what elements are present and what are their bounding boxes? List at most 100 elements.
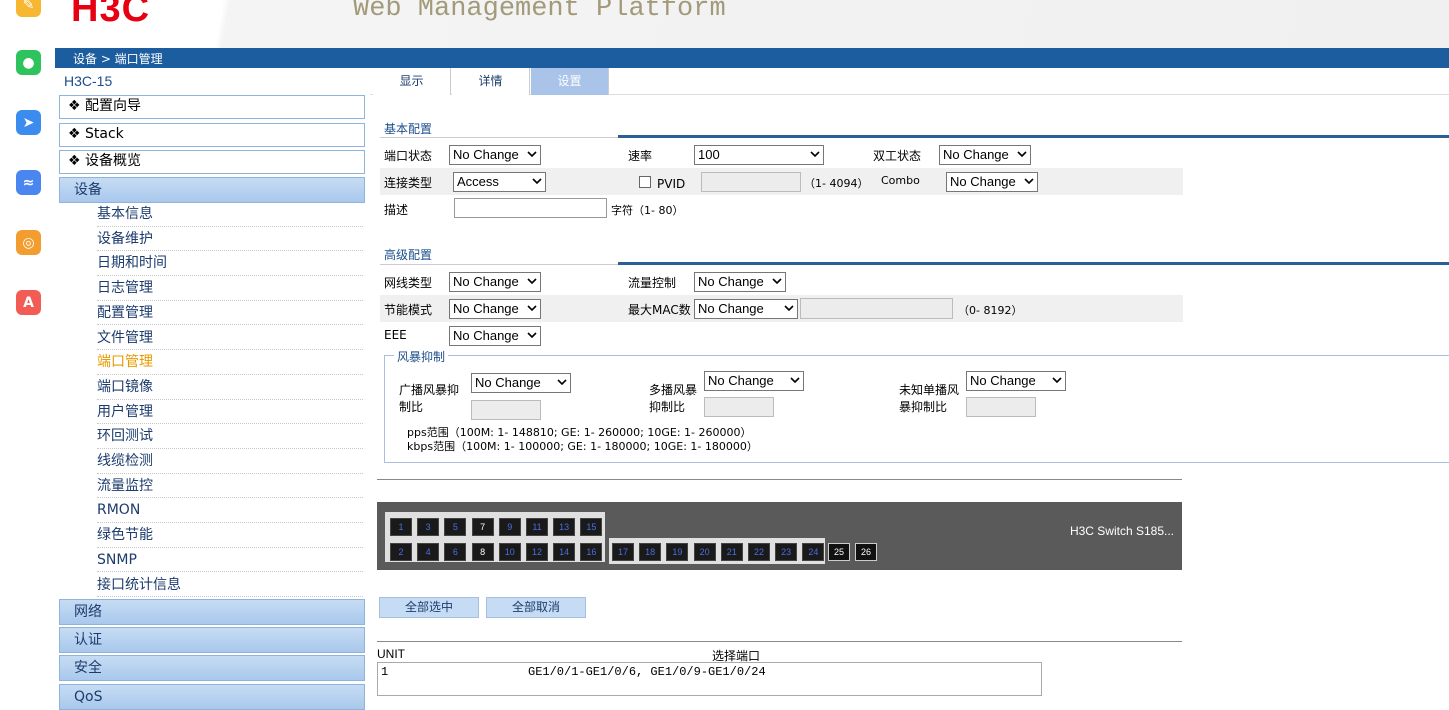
max-mac-input[interactable] [800, 298, 953, 319]
broadcast-input[interactable] [471, 400, 541, 420]
switch-port[interactable]: 19 [666, 543, 689, 561]
sidebar-subitem[interactable]: 用户管理 [97, 400, 363, 425]
combo-select[interactable]: No Change [946, 172, 1038, 192]
port-status-select[interactable]: No Change [449, 145, 541, 165]
description-hint: 字符（1- 80） [611, 204, 684, 217]
sfp-port[interactable]: 25 [828, 543, 850, 561]
switch-port[interactable]: 24 [802, 543, 825, 561]
description-input[interactable] [454, 198, 607, 218]
power-saving-label: 节能模式 [384, 303, 433, 317]
sidebar-subitem[interactable]: 设备维护 [97, 227, 363, 252]
switch-port[interactable]: 20 [693, 543, 716, 561]
nav-config-wizard[interactable]: ❖ 配置向导 [59, 95, 365, 119]
mdi-select[interactable]: No Change [449, 272, 541, 292]
sidebar-subitem[interactable]: 流量监控 [97, 474, 363, 499]
switch-port[interactable]: 2 [390, 543, 412, 561]
notes-icon[interactable]: ✎ [16, 0, 41, 17]
pvid-checkbox[interactable] [639, 176, 651, 188]
switch-port[interactable]: 13 [553, 518, 576, 536]
speed-select[interactable]: 100 [694, 145, 824, 165]
tab-detail[interactable]: 详情 [452, 68, 530, 95]
switch-port[interactable]: 6 [444, 543, 467, 561]
max-mac-select[interactable]: No Change [694, 299, 798, 319]
switch-port[interactable]: 9 [498, 518, 521, 536]
switch-port[interactable]: 15 [580, 518, 603, 536]
sidebar-subitem[interactable]: 日志管理 [97, 276, 363, 301]
duplex-select[interactable]: No Change [939, 145, 1031, 165]
deselect-all-button[interactable]: 全部取消 [486, 597, 586, 618]
switch-port[interactable]: 10 [498, 543, 521, 561]
app-dock: ✎ ● ➤ ≈ ◎ A [0, 0, 55, 694]
sidebar-subitem[interactable]: 基本信息 [97, 202, 363, 227]
switch-port[interactable]: 8 [471, 543, 494, 561]
sfp-port[interactable]: 26 [855, 543, 877, 561]
section-divider-accent [618, 135, 1449, 138]
sidebar-subitem[interactable]: 绿色节能 [97, 523, 363, 548]
nav-qos[interactable]: QoS [59, 684, 365, 710]
switch-port[interactable]: 5 [444, 518, 467, 536]
multicast-select[interactable]: No Change [704, 371, 804, 391]
tab-settings[interactable]: 设置 [531, 68, 609, 95]
power-saving-select[interactable]: No Change [449, 299, 541, 319]
nav-stack[interactable]: ❖ Stack [59, 123, 365, 147]
tab-bar: 显示 详情 设置 [370, 68, 1449, 95]
switch-port[interactable]: 7 [471, 518, 494, 536]
switch-panel: 1 3 5 7 9 11 13 15 2 4 6 8 10 12 14 16 17 18 19 20 21 22 23 24 2… [377, 502, 1182, 570]
multicast-input[interactable] [704, 397, 774, 417]
port-status-label: 端口状态 [384, 149, 433, 163]
nav-section-device[interactable]: 设备 [59, 177, 365, 203]
pvid-input[interactable] [701, 172, 801, 192]
section-divider [380, 264, 620, 265]
sidebar-subitem[interactable]: 环回测试 [97, 424, 363, 449]
sidebar-subitem[interactable]: 端口镜像 [97, 375, 363, 400]
selected-ports-list[interactable]: 1 GE1/0/1-GE1/0/6, GE1/0/9-GE1/0/24 [377, 662, 1042, 696]
header: H3C Web Management Platform [55, 0, 1449, 48]
link-type-select[interactable]: Access [453, 172, 546, 192]
section-divider [380, 137, 620, 138]
sidebar-subitem[interactable]: RMON [97, 498, 363, 524]
sidebar-subitem[interactable]: 日期和时间 [97, 251, 363, 277]
link-type-label: 连接类型 [384, 176, 433, 190]
broadcast-select[interactable]: No Change [471, 373, 571, 393]
sidebar-subitem[interactable]: 接口统计信息 [97, 573, 363, 598]
lark-icon[interactable]: ≈ [16, 170, 41, 195]
description-label: 描述 [384, 203, 409, 217]
nav-security[interactable]: 安全 [59, 655, 365, 681]
unicast-select[interactable]: No Change [966, 371, 1066, 391]
switch-port[interactable]: 23 [775, 543, 798, 561]
select-all-button[interactable]: 全部选中 [379, 597, 479, 618]
eee-select[interactable]: No Change [449, 326, 541, 346]
nav-network[interactable]: 网络 [59, 599, 365, 625]
sidebar-subitem[interactable]: 端口管理 [97, 350, 363, 375]
nav-auth[interactable]: 认证 [59, 627, 365, 653]
switch-port[interactable]: 4 [417, 543, 440, 561]
device-name: H3C-15 [64, 73, 113, 89]
switch-port[interactable]: 16 [580, 543, 603, 561]
flow-control-label: 流量控制 [628, 276, 677, 290]
sidebar-subitem[interactable]: 文件管理 [97, 326, 363, 351]
sidebar-subitem[interactable]: SNMP [97, 548, 363, 573]
switch-port[interactable]: 11 [526, 518, 548, 536]
ai-app-icon[interactable]: A [16, 290, 41, 315]
switch-port[interactable]: 14 [553, 543, 576, 561]
nav-device-overview[interactable]: ❖ 设备概览 [59, 150, 365, 174]
switch-port[interactable]: 21 [720, 543, 743, 561]
wechat-icon[interactable]: ● [16, 50, 41, 75]
broadcast-label: 广播风暴抑 制比 [399, 383, 460, 414]
switch-port[interactable]: 1 [390, 518, 412, 536]
switch-port[interactable]: 12 [526, 543, 548, 561]
sidebar-subitem[interactable]: 配置管理 [97, 301, 363, 326]
divider [377, 479, 1182, 480]
tab-display[interactable]: 显示 [373, 68, 451, 95]
feishu-icon[interactable]: ➤ [16, 110, 41, 135]
switch-port[interactable]: 17 [612, 543, 634, 561]
switch-port[interactable]: 22 [748, 543, 770, 561]
switch-port[interactable]: 3 [417, 518, 440, 536]
flow-control-select[interactable]: No Change [694, 272, 786, 292]
sidebar-subitem[interactable]: 线缆检测 [97, 449, 363, 474]
unicast-input[interactable] [966, 397, 1036, 417]
pvid-range: （1- 4094） [804, 177, 869, 190]
search-app-icon[interactable]: ◎ [16, 230, 41, 255]
kbps-range: kbps范围（100M: 1- 100000; GE: 1- 180000; 1… [407, 440, 758, 453]
switch-port[interactable]: 18 [639, 543, 662, 561]
